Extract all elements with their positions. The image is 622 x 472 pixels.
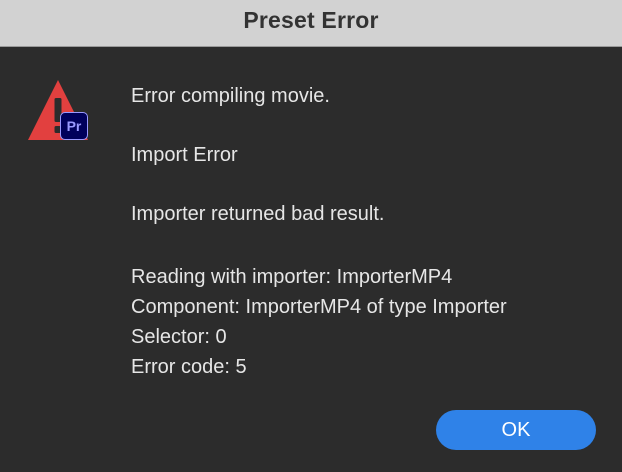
error-message-result: Importer returned bad result.: [131, 203, 385, 225]
title-bar: Preset Error: [0, 0, 622, 47]
preset-error-dialog: Preset Error Pr Error compiling movie. I…: [0, 0, 622, 472]
detail-line-importer: Reading with importer: ImporterMP4: [131, 266, 453, 288]
detail-line-component: Component: ImporterMP4 of type Importer: [131, 296, 507, 318]
detail-line-error-code: Error code: 5: [131, 356, 247, 378]
error-message-type: Import Error: [131, 144, 238, 166]
dialog-title: Preset Error: [243, 7, 379, 33]
premiere-pro-icon: Pr: [60, 112, 88, 140]
error-message-primary: Error compiling movie.: [131, 85, 330, 107]
detail-line-selector: Selector: 0: [131, 326, 227, 348]
ok-button[interactable]: OK: [436, 410, 596, 450]
error-details: Reading with importer: ImporterMP4 Compo…: [131, 262, 507, 382]
